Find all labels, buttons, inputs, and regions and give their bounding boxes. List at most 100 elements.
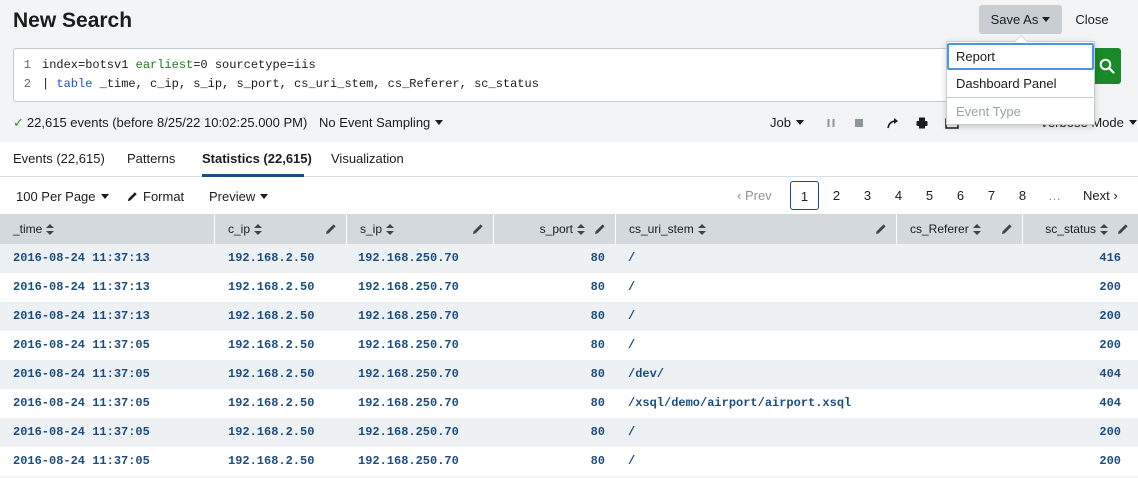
column-header-time[interactable]: _time [0,214,215,244]
cell-s-port[interactable]: 80 [494,418,605,447]
pager-page[interactable]: 2 [822,181,851,210]
pencil-icon[interactable] [1117,223,1129,235]
tab-statistics[interactable]: Statistics (22,615) [202,151,312,166]
cell-cs-uri-stem[interactable]: / [628,418,893,447]
cell-s-port[interactable]: 80 [494,302,605,331]
table-row[interactable]: 2016-08-24 11:37:05 192.168.2.50 192.168.2… [0,418,1138,447]
tab-events[interactable]: Events (22,615) [13,151,105,166]
cell-c-ip[interactable]: 192.168.2.50 [228,331,343,360]
share-icon[interactable] [886,116,900,130]
table-row[interactable]: 2016-08-24 11:37:05 192.168.2.50 192.168.2… [0,447,1138,476]
cell-cs-referer[interactable] [909,447,1019,476]
close-button[interactable]: Close [1066,5,1118,34]
pager-prev[interactable]: ‹ Prev [737,181,772,210]
cell-cs-uri-stem[interactable]: / [628,244,893,273]
cell-time[interactable]: 2016-08-24 11:37:05 [13,360,213,389]
cell-sc-status[interactable]: 200 [1023,302,1121,331]
menu-item-report[interactable]: Report [947,43,1094,70]
pager-page[interactable]: 3 [853,181,882,210]
pencil-icon[interactable] [1001,223,1013,235]
sort-icon[interactable] [1100,223,1108,235]
sort-icon[interactable] [386,223,395,235]
job-menu[interactable]: Job [770,115,804,130]
cell-c-ip[interactable]: 192.168.2.50 [228,389,343,418]
pager-page[interactable]: 1 [790,181,819,210]
column-header-s-ip[interactable]: s_ip [347,214,494,244]
stop-icon[interactable] [852,116,866,130]
cell-cs-referer[interactable] [909,389,1019,418]
table-row[interactable]: 2016-08-24 11:37:13 192.168.2.50 192.168.2… [0,244,1138,273]
event-sampling-dropdown[interactable]: No Event Sampling [319,115,444,130]
cell-sc-status[interactable]: 200 [1023,418,1121,447]
cell-sc-status[interactable]: 404 [1023,389,1121,418]
cell-time[interactable]: 2016-08-24 11:37:13 [13,244,213,273]
cell-c-ip[interactable]: 192.168.2.50 [228,244,343,273]
cell-cs-referer[interactable] [909,273,1019,302]
sort-icon[interactable] [46,223,55,235]
cell-s-ip[interactable]: 192.168.250.70 [358,331,488,360]
pause-icon[interactable] [824,116,838,130]
cell-cs-referer[interactable] [909,244,1019,273]
table-row[interactable]: 2016-08-24 11:37:05 192.168.2.50 192.168.2… [0,360,1138,389]
column-header-sc-status[interactable]: sc_status [1023,214,1138,244]
column-header-cs-uri-stem[interactable]: cs_uri_stem [616,214,897,244]
cell-time[interactable]: 2016-08-24 11:37:05 [13,331,213,360]
format-button[interactable]: Format [127,189,184,204]
column-header-cs-referer[interactable]: cs_Referer [897,214,1023,244]
table-row[interactable]: 2016-08-24 11:37:05 192.168.2.50 192.168.2… [0,389,1138,418]
pencil-icon[interactable] [325,223,337,235]
table-row[interactable]: 2016-08-24 11:37:13 192.168.2.50 192.168.2… [0,273,1138,302]
print-icon[interactable] [915,116,929,130]
cell-sc-status[interactable]: 200 [1023,273,1121,302]
pager-page[interactable]: 7 [977,181,1006,210]
cell-cs-referer[interactable] [909,360,1019,389]
cell-sc-status[interactable]: 416 [1023,244,1121,273]
cell-cs-uri-stem[interactable]: / [628,331,893,360]
cell-cs-uri-stem[interactable]: / [628,273,893,302]
sort-icon[interactable] [254,223,263,235]
cell-time[interactable]: 2016-08-24 11:37:13 [13,273,213,302]
cell-s-port[interactable]: 80 [494,273,605,302]
tab-visualization[interactable]: Visualization [331,151,404,166]
cell-cs-uri-stem[interactable]: /xsql/demo/airport/airport.xsql [628,389,893,418]
cell-cs-referer[interactable] [909,302,1019,331]
cell-cs-uri-stem[interactable]: /dev/ [628,360,893,389]
cell-s-port[interactable]: 80 [494,447,605,476]
cell-s-ip[interactable]: 192.168.250.70 [358,360,488,389]
cell-cs-uri-stem[interactable]: / [628,302,893,331]
cell-s-port[interactable]: 80 [494,389,605,418]
cell-s-port[interactable]: 80 [494,244,605,273]
menu-item-dashboard-panel[interactable]: Dashboard Panel [947,70,1094,97]
pager-page[interactable]: 4 [884,181,913,210]
pencil-icon[interactable] [875,223,887,235]
cell-s-ip[interactable]: 192.168.250.70 [358,418,488,447]
cell-s-ip[interactable]: 192.168.250.70 [358,302,488,331]
pager-page[interactable]: 8 [1008,181,1037,210]
cell-s-port[interactable]: 80 [494,331,605,360]
cell-s-ip[interactable]: 192.168.250.70 [358,389,488,418]
cell-s-ip[interactable]: 192.168.250.70 [358,447,488,476]
query-text[interactable]: index=botsv1 earliest=0 sourcetype=iis |… [42,56,539,94]
cell-time[interactable]: 2016-08-24 11:37:05 [13,418,213,447]
sort-icon[interactable] [972,223,981,235]
cell-s-ip[interactable]: 192.168.250.70 [358,273,488,302]
cell-c-ip[interactable]: 192.168.2.50 [228,273,343,302]
cell-c-ip[interactable]: 192.168.2.50 [228,418,343,447]
cell-c-ip[interactable]: 192.168.2.50 [228,447,343,476]
save-as-button[interactable]: Save As [979,5,1062,34]
per-page-dropdown[interactable]: 100 Per Page [16,189,109,204]
pager-page[interactable]: 6 [946,181,975,210]
column-header-c-ip[interactable]: c_ip [215,214,347,244]
pencil-icon[interactable] [594,223,606,235]
column-header-s-port[interactable]: s_port [494,214,616,244]
table-row[interactable]: 2016-08-24 11:37:05 192.168.2.50 192.168.2… [0,331,1138,360]
tab-patterns[interactable]: Patterns [127,151,175,166]
cell-time[interactable]: 2016-08-24 11:37:05 [13,447,213,476]
cell-cs-referer[interactable] [909,331,1019,360]
cell-s-port[interactable]: 80 [494,360,605,389]
cell-cs-referer[interactable] [909,418,1019,447]
cell-s-ip[interactable]: 192.168.250.70 [358,244,488,273]
pencil-icon[interactable] [472,223,484,235]
cell-c-ip[interactable]: 192.168.2.50 [228,360,343,389]
cell-sc-status[interactable]: 404 [1023,360,1121,389]
